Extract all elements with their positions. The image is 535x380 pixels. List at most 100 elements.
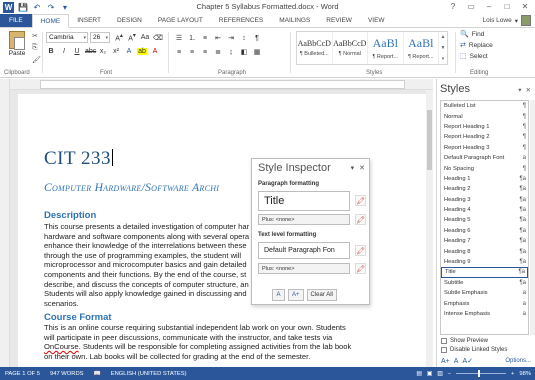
chevron-up-icon[interactable]: ▲ [441, 34, 446, 40]
style-tile-report-2[interactable]: AaBl ¶ Report... [404, 32, 439, 64]
style-list-item[interactable]: Heading 3 ¶a [441, 195, 528, 205]
zoom-in-icon[interactable]: + [511, 371, 514, 377]
select-button[interactable]: ⬚ Select [460, 52, 493, 61]
read-mode-icon[interactable]: ▤ [416, 371, 421, 377]
word-app-icon[interactable]: W [3, 1, 14, 13]
vertical-ruler[interactable] [0, 79, 10, 367]
reveal-formatting-icon[interactable]: A [272, 289, 285, 301]
undo-icon[interactable]: ↶ [32, 2, 42, 12]
print-layout-icon[interactable]: ▣ [427, 371, 432, 377]
horizontal-ruler[interactable] [10, 79, 433, 90]
show-preview-checkbox[interactable]: Show Preview [441, 338, 488, 344]
style-tile-normal[interactable]: AaBbCcD ¶ Normal [333, 32, 368, 64]
style-tile-bulleted[interactable]: AaBbCcD ¶ Bulleted... [297, 32, 333, 64]
tab-home[interactable]: HOME [31, 14, 70, 28]
style-list-item[interactable]: Title ¶a [441, 267, 528, 278]
paragraph-plus-box[interactable]: Plus: <none> [258, 214, 350, 225]
decrease-indent-icon[interactable]: ⇤ [213, 34, 223, 42]
justify-icon[interactable]: ≣ [213, 48, 223, 56]
line-spacing-icon[interactable]: ↨ [226, 49, 236, 56]
style-list-item[interactable]: Heading 1 ¶a [441, 174, 528, 184]
replace-button[interactable]: ⇄ Replace [460, 41, 493, 50]
chevron-down-icon[interactable]: ▾ [351, 164, 355, 172]
style-list-item[interactable]: Emphasis a [441, 298, 528, 308]
font-size-select[interactable]: 26 ▾ [90, 32, 110, 43]
ribbon-display-options-button[interactable]: ▭ [463, 0, 479, 13]
format-painter-icon[interactable]: 🖌 [32, 56, 41, 64]
zoom-level[interactable]: 98% [519, 371, 531, 377]
scrollbar-thumb[interactable] [427, 110, 432, 170]
paragraph-course-format[interactable]: This is an online course requiring subst… [44, 323, 424, 361]
style-list-item[interactable]: Heading 9 ¶a [441, 257, 528, 267]
style-list-item[interactable]: Heading 7 ¶a [441, 236, 528, 246]
sort-icon[interactable]: ↕ [239, 35, 249, 42]
subscript-icon[interactable]: x₂ [98, 48, 108, 55]
increase-indent-icon[interactable]: ⇥ [226, 34, 236, 42]
align-center-icon[interactable]: ≡ [187, 49, 197, 56]
minimize-button[interactable]: – [481, 0, 497, 13]
style-list-item[interactable]: Subtitle ¶a [441, 278, 528, 288]
page-count[interactable]: PAGE 1 OF 5 [0, 371, 45, 377]
tab-page-layout[interactable]: PAGE LAYOUT [150, 14, 211, 27]
heading-course-format[interactable]: Course Format [44, 312, 112, 323]
zoom-slider[interactable] [456, 370, 506, 377]
tab-review[interactable]: REVIEW [318, 14, 360, 27]
align-left-icon[interactable]: ≡ [174, 49, 184, 56]
find-button[interactable]: 🔍 Find [460, 30, 493, 39]
word-count[interactable]: 947 WORDS [45, 371, 89, 377]
document-scrollbar[interactable] [426, 90, 433, 367]
clear-character-style-icon[interactable]: 🖍 [355, 245, 366, 256]
style-list-item[interactable]: Heading 8 ¶a [441, 246, 528, 256]
highlight-icon[interactable]: ab [137, 48, 147, 55]
document-subtitle[interactable]: Computer Hardware/Software Archi [44, 182, 219, 194]
redo-icon[interactable]: ↷ [46, 2, 56, 12]
styles-list-scrollbar[interactable] [530, 100, 535, 335]
web-layout-icon[interactable]: ▥ [437, 371, 442, 377]
clear-all-button[interactable]: Clear All [306, 289, 337, 301]
change-case-icon[interactable]: Aa [140, 34, 150, 41]
close-icon[interactable]: ✕ [526, 86, 531, 94]
style-inspector-icon[interactable]: A [454, 358, 459, 365]
borders-icon[interactable]: ▦ [252, 48, 262, 56]
proofing-icon[interactable]: 📖 [89, 371, 106, 377]
style-tile-report-1[interactable]: AaBl ¶ Report... [368, 32, 404, 64]
bold-icon[interactable]: B [46, 48, 56, 55]
more-icon[interactable]: ▾ [442, 56, 445, 62]
tab-insert[interactable]: INSERT [69, 14, 109, 27]
style-list-item[interactable]: Subtle Emphasis a [441, 288, 528, 298]
grow-font-icon[interactable]: A▴ [114, 33, 124, 42]
font-name-select[interactable]: Cambria ▾ [46, 32, 88, 43]
heading-description[interactable]: Description [44, 210, 96, 221]
bullets-icon[interactable]: ☰ [174, 34, 184, 42]
style-list-item[interactable]: Report Heading 2 ¶ [441, 132, 528, 142]
chevron-down-icon[interactable]: ▼ [441, 45, 446, 51]
new-style-icon[interactable]: A+ [288, 289, 304, 301]
tab-mailings[interactable]: MAILINGS [271, 14, 318, 27]
help-button[interactable]: ? [445, 0, 461, 13]
shading-icon[interactable]: ◧ [239, 48, 249, 56]
align-right-icon[interactable]: ≡ [200, 49, 210, 56]
style-list-item[interactable]: Heading 6 ¶a [441, 226, 528, 236]
clear-character-formatting-icon[interactable]: 🖍 [355, 263, 366, 274]
style-list-item[interactable]: Default Paragraph Font a [441, 153, 528, 163]
shrink-font-icon[interactable]: A▾ [127, 33, 137, 42]
gallery-scroll[interactable]: ▲ ▼ ▾ [439, 32, 447, 64]
style-list-item[interactable]: No Spacing ¶ [441, 163, 528, 173]
disable-linked-styles-checkbox[interactable]: Disable Linked Styles [441, 347, 507, 353]
close-icon[interactable]: ✕ [359, 164, 365, 172]
multilevel-list-icon[interactable]: ≡ [200, 35, 210, 42]
user-account[interactable]: Lois Lowe ▾ [482, 15, 531, 26]
manage-styles-icon[interactable]: A✓ [462, 357, 473, 365]
font-color-icon[interactable]: A [150, 48, 160, 55]
style-list-item[interactable]: Intense Emphasis a [441, 309, 528, 319]
language-indicator[interactable]: ENGLISH (UNITED STATES) [106, 371, 192, 377]
copy-icon[interactable]: ⎘ [32, 44, 41, 52]
superscript-icon[interactable]: x² [111, 48, 121, 55]
text-plus-box[interactable]: Plus: <none> [258, 263, 350, 274]
clear-paragraph-formatting-icon[interactable]: 🖍 [355, 214, 366, 225]
cut-icon[interactable]: ✂ [32, 32, 41, 40]
style-list-item[interactable]: Heading 2 ¶a [441, 184, 528, 194]
style-list-item[interactable]: Report Heading 3 ¶ [441, 143, 528, 153]
tab-view[interactable]: VIEW [360, 14, 393, 27]
style-list-item[interactable]: Heading 4 ¶a [441, 205, 528, 215]
